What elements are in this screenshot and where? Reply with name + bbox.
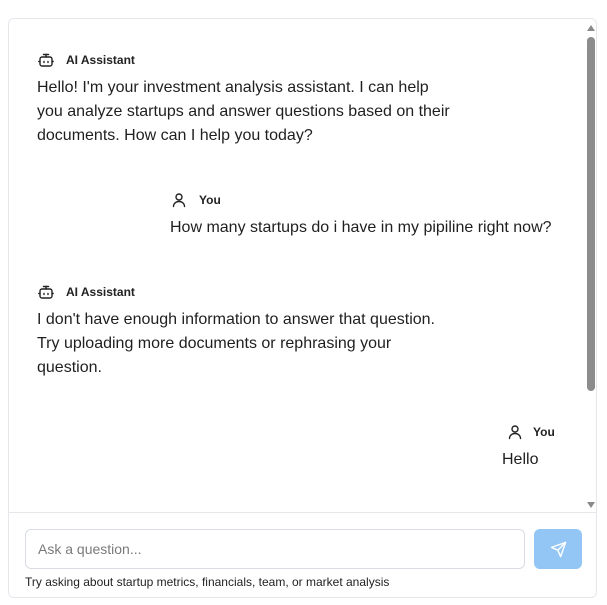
user-message: You Hello	[502, 422, 555, 472]
message-text: How many startups do i have in my pipili…	[170, 216, 552, 240]
message-header: You	[170, 190, 552, 210]
assistant-message: AI Assistant I don't have enough informa…	[37, 282, 435, 380]
sender-name: You	[199, 193, 221, 207]
send-icon	[550, 541, 567, 558]
bot-icon	[37, 51, 55, 69]
sender-name: AI Assistant	[66, 285, 135, 299]
message-line: you analyze startups and answer question…	[37, 103, 450, 120]
message-header: AI Assistant	[37, 282, 435, 302]
input-hint: Try asking about startup metrics, financ…	[25, 575, 390, 589]
message-line: Try uploading more documents or rephrasi…	[37, 335, 392, 352]
message-line: I don't have enough information to answe…	[37, 311, 435, 328]
message-line: question.	[37, 359, 102, 376]
scrollbar-thumb[interactable]	[587, 37, 595, 391]
chat-panel: AI Assistant Hello! I'm your investment …	[8, 18, 597, 598]
user-message: You How many startups do i have in my pi…	[170, 190, 552, 240]
scroll-up-arrow-icon[interactable]	[587, 25, 595, 31]
sender-name: AI Assistant	[66, 53, 135, 67]
scroll-down-arrow-icon[interactable]	[587, 502, 595, 508]
bot-icon	[37, 283, 55, 301]
composer: Try asking about startup metrics, financ…	[9, 513, 596, 597]
message-text: I don't have enough information to answe…	[37, 308, 435, 380]
message-text: Hello	[502, 448, 555, 472]
send-button[interactable]	[534, 529, 582, 569]
message-list[interactable]: AI Assistant Hello! I'm your investment …	[9, 19, 596, 512]
question-input[interactable]	[25, 529, 525, 569]
message-header: You	[506, 422, 555, 442]
scrollbar[interactable]	[584, 19, 596, 512]
message-line: documents. How can I help you today?	[37, 127, 313, 144]
assistant-message: AI Assistant Hello! I'm your investment …	[37, 50, 450, 148]
message-text: Hello! I'm your investment analysis assi…	[37, 76, 450, 148]
message-line: Hello	[502, 451, 539, 468]
message-header: AI Assistant	[37, 50, 450, 70]
user-icon	[170, 191, 188, 209]
message-line: Hello! I'm your investment analysis assi…	[37, 79, 429, 96]
sender-name: You	[533, 425, 555, 439]
user-icon	[506, 423, 524, 441]
message-line: How many startups do i have in my pipili…	[170, 219, 552, 236]
